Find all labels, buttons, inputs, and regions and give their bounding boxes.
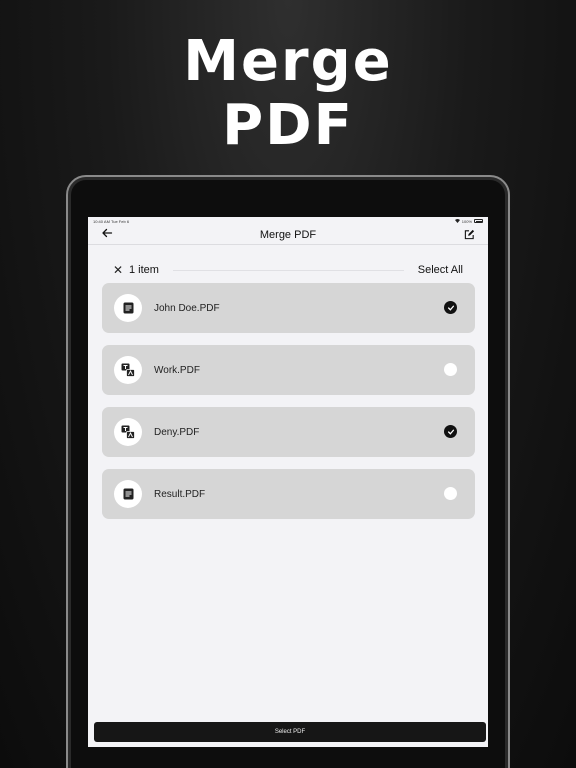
file-name: Result.PDF xyxy=(154,488,206,500)
divider xyxy=(172,269,404,271)
headline-line-2: PDF xyxy=(222,93,354,158)
edit-button[interactable] xyxy=(463,229,476,242)
arrow-left-icon xyxy=(101,226,113,244)
back-button[interactable] xyxy=(100,228,114,242)
battery-icon xyxy=(474,219,483,223)
nav-bar: Merge PDF xyxy=(88,225,488,245)
status-battery-text: 100% xyxy=(461,218,472,224)
close-selection-button[interactable]: ✕ xyxy=(113,263,125,277)
file-name: John Doe.PDF xyxy=(154,302,220,314)
hero-headline: Merge PDF xyxy=(0,30,576,158)
page-title: Merge PDF xyxy=(259,228,317,241)
list-item[interactable]: John Doe.PDF xyxy=(102,283,475,333)
list-item[interactable]: Deny.PDF xyxy=(102,407,475,457)
list-item[interactable]: Work.PDF xyxy=(102,345,475,395)
file-name: Deny.PDF xyxy=(154,426,200,438)
checked-icon[interactable] xyxy=(444,301,457,314)
unchecked-icon[interactable] xyxy=(444,487,457,500)
status-time: 10:40 AM xyxy=(93,218,110,224)
file-name: Work.PDF xyxy=(154,364,200,376)
selected-count: 1 item xyxy=(129,264,159,276)
app-screen: 10:40 AM Tue Feb 6 100% Merge PDF ✕ 1 it… xyxy=(88,217,488,747)
selection-bar: ✕ 1 item Select All xyxy=(88,261,488,279)
unchecked-icon[interactable] xyxy=(444,363,457,376)
file-list: John Doe.PDF Work.PDF Deny.PDF Result.PD… xyxy=(102,283,475,531)
edit-square-icon xyxy=(464,227,475,245)
headline-line-1: Merge xyxy=(183,29,393,94)
status-date: Tue Feb 6 xyxy=(110,218,130,224)
checked-icon[interactable] xyxy=(444,425,457,438)
translate-icon xyxy=(114,418,142,446)
wifi-icon xyxy=(454,218,460,224)
document-icon xyxy=(114,480,142,508)
status-bar: 10:40 AM Tue Feb 6 100% xyxy=(88,217,488,225)
list-item[interactable]: Result.PDF xyxy=(102,469,475,519)
translate-icon xyxy=(114,356,142,384)
select-all-button[interactable]: Select All xyxy=(418,264,463,276)
select-pdf-button[interactable]: Select PDF xyxy=(94,722,486,742)
document-icon xyxy=(114,294,142,322)
